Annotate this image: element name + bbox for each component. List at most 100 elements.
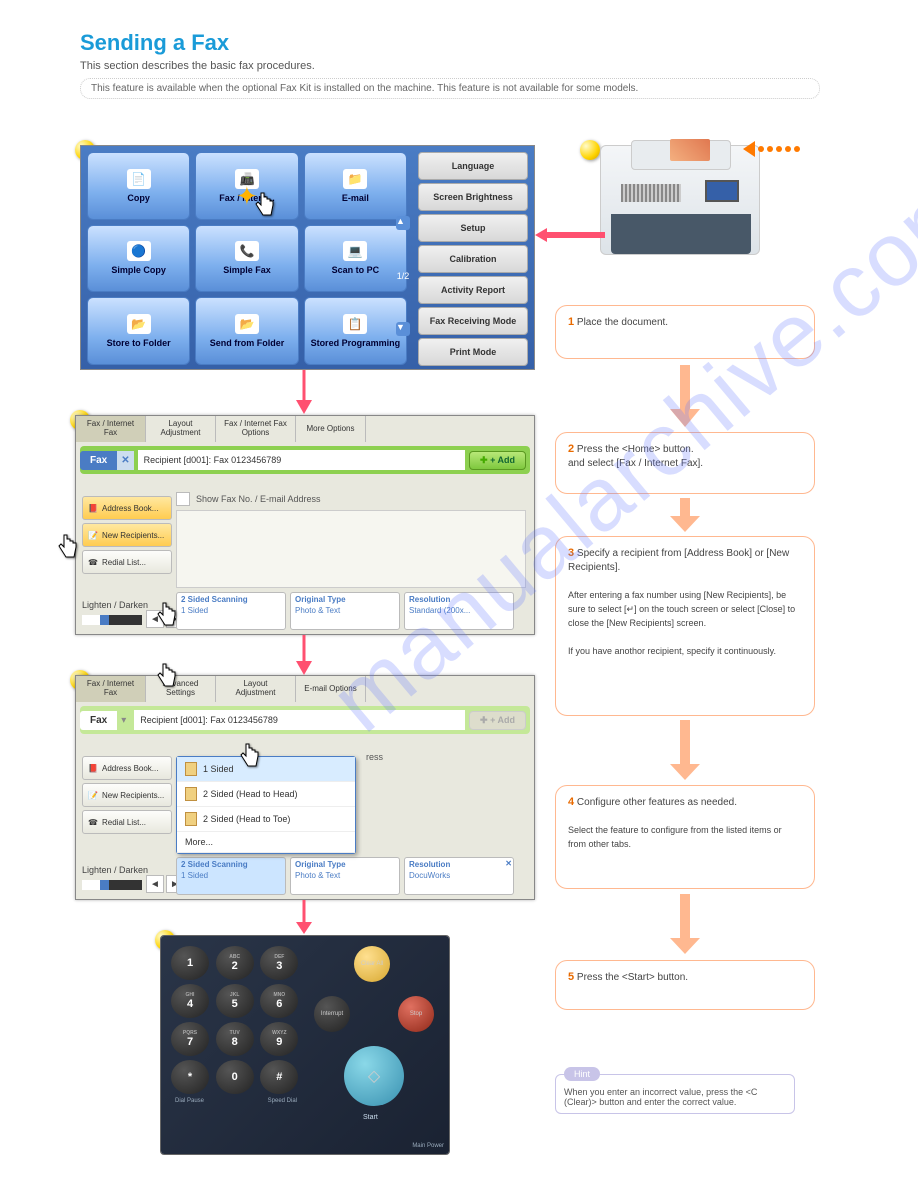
new-recipients-button[interactable]: 📝New Recipients... [82,523,172,547]
key-6[interactable]: MNO6 [260,984,298,1018]
flow-arrow-icon [292,370,316,416]
interrupt-button[interactable]: Interrupt [314,996,350,1032]
flow-arrow-icon [292,900,316,936]
print-mode-button[interactable]: Print Mode [418,338,528,366]
fax-tabs: Fax / Internet Fax Layout Adjustment Fax… [76,416,534,442]
ld-slider[interactable] [82,615,142,625]
step-number: 3 [568,547,574,559]
email-icon: 📁 [343,169,367,189]
doc-note: This feature is available when the optio… [80,78,820,99]
fax-mode-select[interactable]: Fax [80,711,117,730]
fax-close-x[interactable]: ✕ [117,451,133,470]
key-star[interactable]: * [171,1060,209,1094]
activity-report-button[interactable]: Activity Report [418,276,528,304]
dropdown-icon[interactable]: ▾ [117,715,130,726]
fax-mode-select[interactable]: Fax [80,451,117,470]
doc-title: Sending a Fax [80,30,820,56]
popup-2sided-ht[interactable]: 2 Sided (Head to Toe) [177,807,355,832]
redial-button[interactable]: ☎Redial List... [82,810,172,834]
address-book-button[interactable]: 📕Address Book... [82,496,172,520]
show-fax-checkbox[interactable]: Show Fax No. / E-mail Address [176,492,321,506]
key-num: 6 [276,998,282,1010]
brightness-button[interactable]: Screen Brightness [418,183,528,211]
close-x-icon[interactable]: ✕ [505,859,512,868]
opt-value: Photo & Text [295,871,395,880]
book-icon: 📕 [87,762,99,774]
send-folder-icon: 📂 [235,314,259,334]
opt-2sided[interactable]: 2 Sided Scanning1 Sided [176,592,286,630]
tile-stored-prog[interactable]: 📋Stored Programming [304,297,407,365]
tab-fax-options[interactable]: Fax / Internet Fax Options [216,416,296,442]
tile-store-folder[interactable]: 📂Store to Folder [87,297,190,365]
address-book-button[interactable]: 📕Address Book... [82,756,172,780]
tile-simple-fax[interactable]: 📞Simple Fax [195,225,298,293]
tile-send-folder[interactable]: 📂Send from Folder [195,297,298,365]
tile-scan-pc[interactable]: 💻Scan to PC [304,225,407,293]
new-recipients-button[interactable]: 📝New Recipients... [82,783,172,807]
stop-button[interactable]: Stop [398,996,434,1032]
opt-resolution[interactable]: ResolutionDocuWorks [404,857,514,895]
step-text: Place the document. [577,317,668,328]
key-5[interactable]: JKL5 [216,984,254,1018]
step-arrow-icon [670,894,700,956]
tile-label: Scan to PC [332,265,380,275]
start-button[interactable]: ◇ [344,1046,404,1106]
key-num: 0 [232,1071,238,1083]
key-3[interactable]: DEF3 [260,946,298,980]
opt-original-type[interactable]: Original TypePhoto & Text [290,857,400,895]
opt-resolution[interactable]: ResolutionStandard (200x... [404,592,514,630]
tab-email-options[interactable]: E-mail Options [296,676,366,702]
key-num: 8 [232,1036,238,1048]
key-0[interactable]: 0 [216,1060,254,1094]
tile-simple-copy[interactable]: 🔵Simple Copy [87,225,190,293]
tab-layout[interactable]: Layout Adjustment [216,676,296,702]
ld-label: Lighten / Darken [82,865,148,875]
page-up-button[interactable]: ▲ [396,216,410,230]
btn-label: Stop [410,1011,422,1017]
document-photo-icon [670,139,710,161]
recipient-input[interactable]: Recipient [d001]: Fax 0123456789 [138,450,465,470]
cursor-icon [155,601,179,629]
calibration-button[interactable]: Calibration [418,245,528,273]
tab-layout[interactable]: Layout Adjustment [146,416,216,442]
fax-recipient-bar: Fax ✕ Recipient [d001]: Fax 0123456789 ✚… [80,446,530,474]
key-2[interactable]: ABC2 [216,946,254,980]
step-text: Configure other features as needed. Sele… [568,797,782,850]
add-button[interactable]: ✚ + Add [469,451,526,470]
key-hash[interactable]: # [260,1060,298,1094]
language-button[interactable]: Language [418,152,528,180]
popup-more[interactable]: More... [177,832,355,853]
opt-original-type[interactable]: Original Type Photo & Text [290,592,400,630]
fax-mode-button[interactable]: Fax Receiving Mode [418,307,528,335]
clear-all-button[interactable]: Clear All [354,946,390,982]
step-marker-1 [580,140,600,160]
key-1[interactable]: 1 [171,946,209,980]
page-down-button[interactable]: ▼ [396,322,410,336]
recipient-list [176,510,526,588]
tile-copy[interactable]: 📄Copy [87,152,190,220]
document-load-arrow [743,141,800,157]
opt-value: Photo & Text [295,606,395,615]
tab-fax-internet[interactable]: Fax / Internet Fax [76,676,146,702]
recipient-input[interactable]: Recipient [d001]: Fax 0123456789 [134,710,465,730]
key-9[interactable]: WXYZ9 [260,1022,298,1056]
popup-1sided[interactable]: 1 Sided [177,757,355,782]
popup-2sided-hh[interactable]: 2 Sided (Head to Head) [177,782,355,807]
key-7[interactable]: PQRS7 [171,1022,209,1056]
ld-slider[interactable] [82,880,142,890]
show-label: Show Fax No. / E-mail Address [196,494,321,504]
step-number: 2 [568,443,574,455]
key-4[interactable]: GHI4 [171,984,209,1018]
ld-left-button[interactable]: ◄ [146,875,164,893]
fax-screen-options: Fax / Internet Fax Advanced Settings Lay… [75,675,535,900]
opt-title: Original Type [295,595,395,604]
key-8[interactable]: TUV8 [216,1022,254,1056]
hint-box: Hint When you enter an incorrect value, … [555,1074,795,1114]
tab-fax-internet[interactable]: Fax / Internet Fax [76,416,146,442]
opt-2sided[interactable]: 2 Sided Scanning1 Sided✕ [176,857,286,895]
setup-button[interactable]: Setup [418,214,528,242]
step-arrow-icon [670,498,700,534]
redial-button[interactable]: ☎Redial List... [82,550,172,574]
tab-more[interactable]: More Options [296,416,366,442]
tile-email[interactable]: 📁E-mail [304,152,407,220]
